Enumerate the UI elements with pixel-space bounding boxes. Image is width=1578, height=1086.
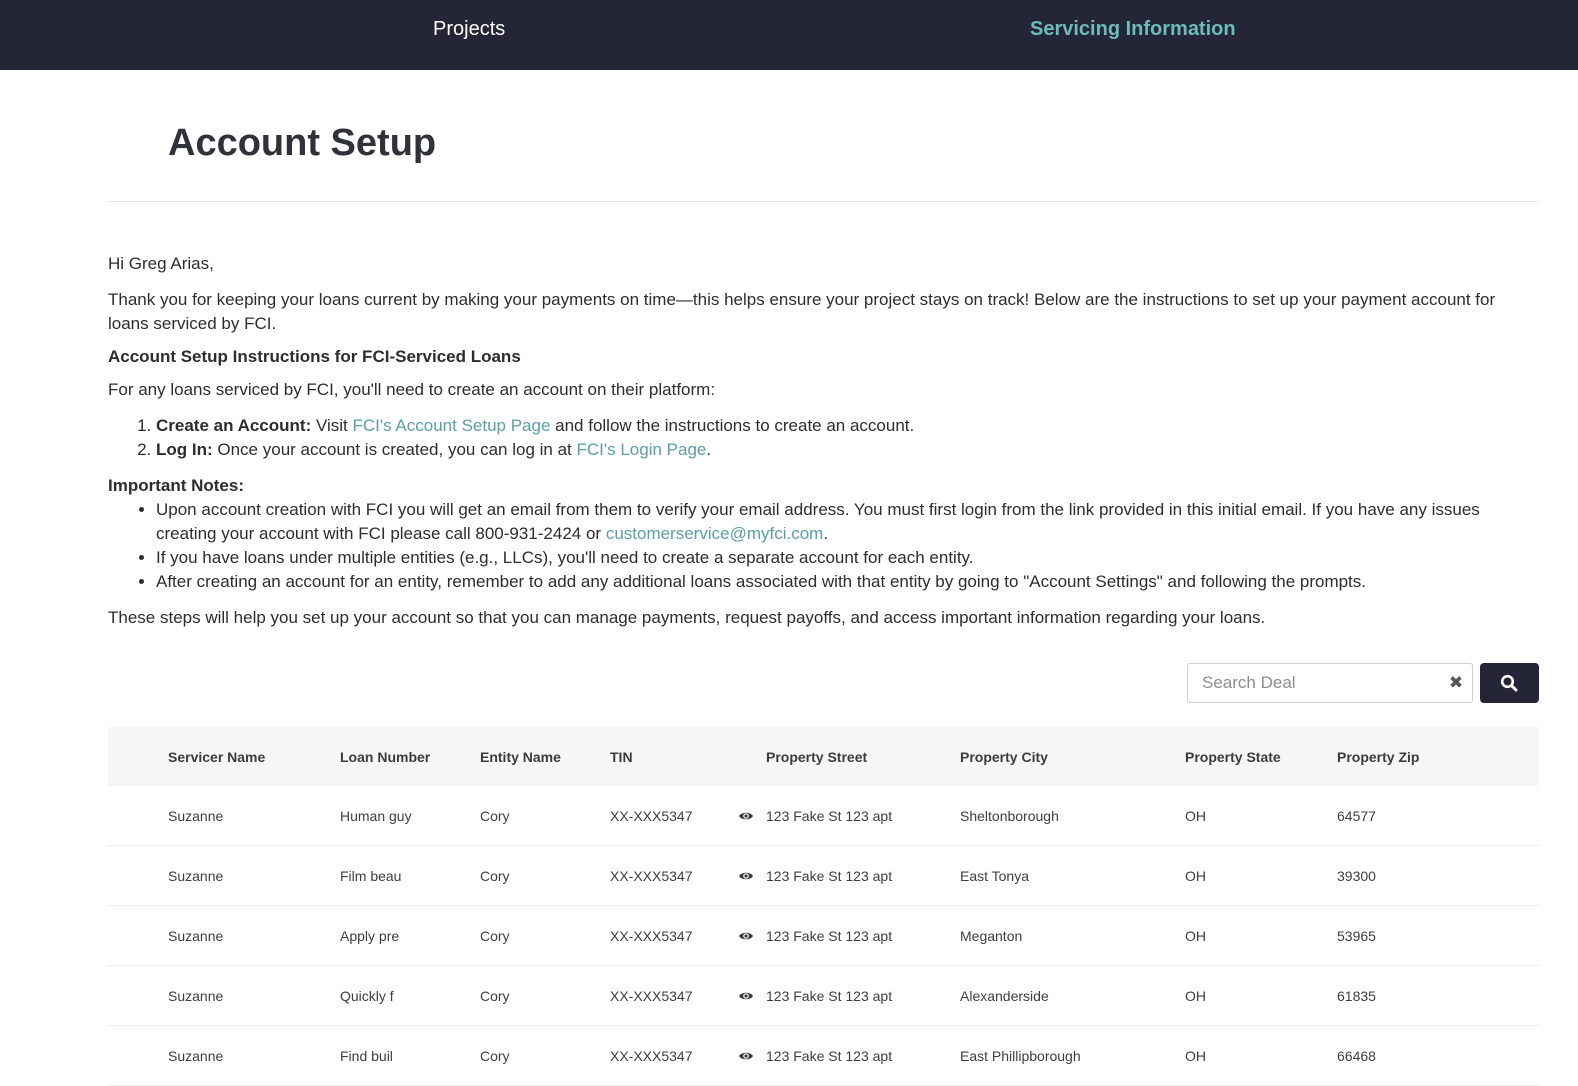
- cell-property-city: Alexanderside: [960, 987, 1049, 1004]
- cell-property-street: 123 Fake St 123 apt: [766, 987, 893, 1004]
- search-input[interactable]: [1188, 664, 1438, 702]
- cell-property-state: OH: [1185, 927, 1206, 944]
- cell-servicer-name: Suzanne: [168, 867, 224, 884]
- column-header-property-city[interactable]: Property City: [960, 727, 1048, 786]
- loans-table: Servicer Name Loan Number Entity Name TI…: [108, 727, 1539, 1086]
- eye-icon[interactable]: [738, 989, 754, 1003]
- note-item: Upon account creation with FCI you will …: [156, 498, 1539, 546]
- page-title: Account Setup: [168, 122, 437, 164]
- cell-servicer-name: Suzanne: [168, 987, 224, 1004]
- cell-loan-number: Apply pre: [340, 927, 400, 944]
- table-row[interactable]: Suzanne Film beau Cory XX-XXX5347 123 Fa…: [108, 846, 1539, 906]
- cell-property-state: OH: [1185, 987, 1206, 1004]
- greeting: Hi Greg Arias,: [108, 254, 214, 273]
- cell-tin: XX-XXX5347: [610, 807, 693, 824]
- column-header-property-state[interactable]: Property State: [1185, 727, 1281, 786]
- table-row[interactable]: Suzanne Apply pre Cory XX-XXX5347 123 Fa…: [108, 906, 1539, 966]
- step-text: and follow the instructions to create an…: [550, 416, 915, 435]
- intro-paragraph: Thank you for keeping your loans current…: [108, 290, 1496, 333]
- eye-icon[interactable]: [738, 809, 754, 823]
- close-icon[interactable]: ✖: [1447, 674, 1465, 692]
- step-label: Create an Account:: [156, 416, 312, 435]
- cell-property-zip: 61835: [1337, 987, 1376, 1004]
- account-setup-link[interactable]: FCI's Account Setup Page: [353, 416, 551, 435]
- table-header: Servicer Name Loan Number Entity Name TI…: [108, 727, 1539, 786]
- cell-property-city: East Tonya: [960, 867, 1030, 884]
- step-log-in: Log In: Once your account is created, yo…: [156, 438, 1539, 462]
- cell-servicer-name: Suzanne: [168, 1047, 224, 1064]
- step-text: Visit: [311, 416, 353, 435]
- step-text: .: [706, 440, 712, 459]
- cell-property-state: OH: [1185, 867, 1206, 884]
- eye-icon[interactable]: [738, 1049, 754, 1063]
- eye-icon[interactable]: [738, 869, 754, 883]
- login-page-link[interactable]: FCI's Login Page: [576, 440, 706, 459]
- eye-icon[interactable]: [738, 929, 754, 943]
- cell-tin: XX-XXX5347: [610, 987, 693, 1004]
- note-item: After creating an account for an entity,…: [156, 570, 1539, 594]
- cell-servicer-name: Suzanne: [168, 807, 224, 824]
- cell-property-zip: 64577: [1337, 807, 1376, 824]
- tab-servicing-information[interactable]: Servicing Information: [1030, 17, 1236, 41]
- cell-property-state: OH: [1185, 807, 1206, 824]
- cell-entity-name: Cory: [480, 1047, 510, 1064]
- search-icon: [1500, 674, 1518, 692]
- closing-paragraph: These steps will help you set up your ac…: [108, 608, 1266, 627]
- cell-tin: XX-XXX5347: [610, 927, 693, 944]
- cell-tin: XX-XXX5347: [610, 867, 693, 884]
- instructions-subheading: Account Setup Instructions for FCI-Servi…: [108, 347, 521, 366]
- cell-property-street: 123 Fake St 123 apt: [766, 927, 893, 944]
- step-label: Log In:: [156, 440, 213, 459]
- top-navigation: Projects Servicing Information: [0, 0, 1578, 70]
- cell-property-zip: 39300: [1337, 867, 1376, 884]
- cell-property-city: Sheltonborough: [960, 807, 1059, 824]
- cell-property-zip: 66468: [1337, 1047, 1376, 1064]
- search-button[interactable]: [1480, 663, 1539, 703]
- cell-servicer-name: Suzanne: [168, 927, 224, 944]
- step-text: Once your account is created, you can lo…: [212, 440, 577, 459]
- cell-property-zip: 53965: [1337, 927, 1376, 944]
- note-text: .: [823, 524, 829, 543]
- column-header-tin[interactable]: TIN: [610, 727, 633, 786]
- title-divider: [108, 201, 1539, 202]
- column-header-entity-name[interactable]: Entity Name: [480, 727, 561, 786]
- cell-loan-number: Find buil: [340, 1047, 393, 1064]
- cell-loan-number: Human guy: [340, 807, 412, 824]
- column-header-property-street[interactable]: Property Street: [766, 727, 867, 786]
- column-header-loan-number[interactable]: Loan Number: [340, 727, 430, 786]
- table-row[interactable]: Suzanne Quickly f Cory XX-XXX5347 123 Fa…: [108, 966, 1539, 1026]
- cell-property-city: Meganton: [960, 927, 1023, 944]
- table-row[interactable]: Suzanne Find buil Cory XX-XXX5347 123 Fa…: [108, 1026, 1539, 1086]
- setup-steps: Create an Account: Visit FCI's Account S…: [108, 414, 1539, 462]
- cell-property-state: OH: [1185, 1047, 1206, 1064]
- lead-paragraph: For any loans serviced by FCI, you'll ne…: [108, 380, 716, 399]
- cell-loan-number: Quickly f: [340, 987, 394, 1004]
- cell-entity-name: Cory: [480, 927, 510, 944]
- step-create-account: Create an Account: Visit FCI's Account S…: [156, 414, 1539, 438]
- cell-loan-number: Film beau: [340, 867, 402, 884]
- important-notes: Upon account creation with FCI you will …: [108, 498, 1539, 594]
- setup-instructions: Hi Greg Arias, Thank you for keeping you…: [108, 252, 1539, 630]
- search-deal-box: ✖: [1187, 663, 1473, 703]
- cell-entity-name: Cory: [480, 807, 510, 824]
- cell-entity-name: Cory: [480, 987, 510, 1004]
- table-row[interactable]: Suzanne Human guy Cory XX-XXX5347 123 Fa…: [108, 786, 1539, 846]
- cell-property-street: 123 Fake St 123 apt: [766, 867, 893, 884]
- cell-property-street: 123 Fake St 123 apt: [766, 807, 893, 824]
- cell-property-city: East Phillipborough: [960, 1047, 1081, 1064]
- cell-property-street: 123 Fake St 123 apt: [766, 1047, 893, 1064]
- customer-service-email-link[interactable]: customerservice@myfci.com: [606, 524, 824, 543]
- tab-projects[interactable]: Projects: [433, 17, 505, 41]
- cell-tin: XX-XXX5347: [610, 1047, 693, 1064]
- column-header-servicer-name[interactable]: Servicer Name: [168, 727, 265, 786]
- note-item: If you have loans under multiple entitie…: [156, 546, 1539, 570]
- notes-heading: Important Notes:: [108, 476, 244, 495]
- cell-entity-name: Cory: [480, 867, 510, 884]
- column-header-property-zip[interactable]: Property Zip: [1337, 727, 1419, 786]
